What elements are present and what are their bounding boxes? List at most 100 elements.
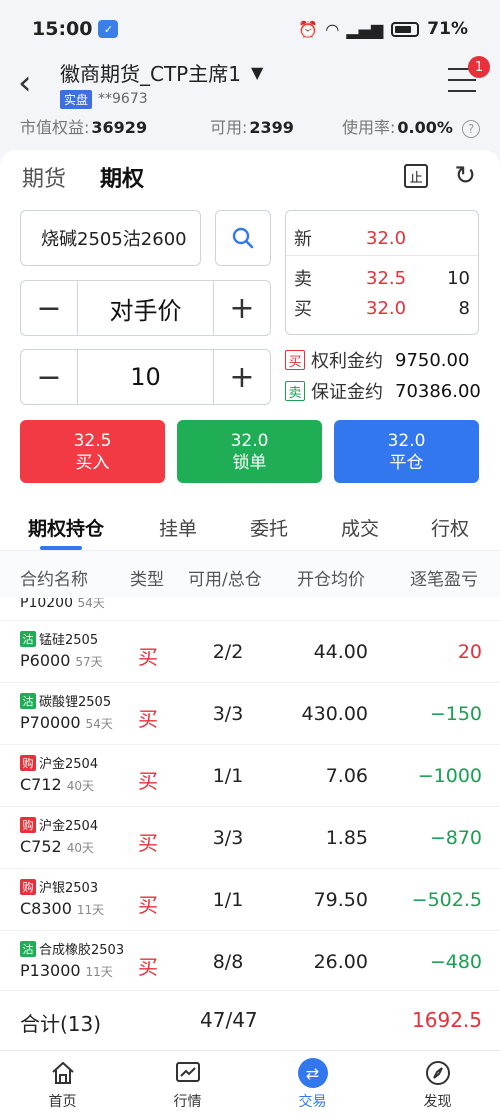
chart-icon <box>172 1057 204 1089</box>
last-price: 32.0 <box>366 227 407 249</box>
qty-minus-button[interactable]: − <box>21 350 77 404</box>
app-notification-icon: ✓ <box>98 20 119 38</box>
col-available: 可用/总仓 <box>188 570 262 590</box>
lock-button[interactable]: 32.0 锁单 <box>177 420 322 483</box>
tab-exercise[interactable]: 行权 <box>431 514 469 541</box>
real-account-tag: 实盘 <box>60 89 93 109</box>
contract-name: 碳酸锂2505 <box>39 695 112 710</box>
tab-trades[interactable]: 成交 <box>341 514 379 541</box>
home-icon <box>47 1057 79 1089</box>
menu-icon-line <box>448 79 476 81</box>
product-tabs: 期货 期权 止 ↻ <box>0 150 500 204</box>
app-header: ‹ 徽商期货_CTP主席1 ▼ 实盘 **9673 1 <box>0 56 500 109</box>
col-type: 类型 <box>130 570 164 590</box>
compass-icon <box>422 1057 454 1089</box>
caret-down-icon[interactable]: ▼ <box>251 63 263 82</box>
position-type: 买 <box>138 707 158 731</box>
quantity-value[interactable]: 10 <box>77 350 214 404</box>
position-type: 买 <box>138 893 158 917</box>
alarm-icon: ⏰ <box>298 19 319 39</box>
col-avg-price: 开仓均价 <box>297 570 365 590</box>
col-contract: 合约名称 <box>20 570 88 590</box>
nav-discover[interactable]: 发现 <box>375 1051 500 1117</box>
avg-open-price: 7.06 <box>325 765 368 787</box>
search-button[interactable] <box>215 210 271 266</box>
account-selector[interactable]: 徽商期货_CTP主席1 ▼ 实盘 **9673 <box>60 58 263 109</box>
refresh-icon[interactable]: ↻ <box>454 163 476 189</box>
back-icon[interactable]: ‹ <box>18 66 46 100</box>
partial-row-contract: P10200 <box>20 598 73 611</box>
nav-market[interactable]: 行情 <box>125 1051 250 1117</box>
avg-open-price: 430.00 <box>301 703 368 725</box>
trade-panel: 期货 期权 止 ↻ 烧碱2505沽2600 − 对手价 + − 10 + 新 3… <box>0 150 500 1067</box>
position-tabs: 期权持仓 挂单 委托 成交 行权 <box>0 502 500 550</box>
nav-home[interactable]: 首页 <box>0 1051 125 1117</box>
positions-list: P10200 54天 沽锰硅2505 P6000 57天买 2/2 44.00 20 沽碳酸… <box>0 598 500 990</box>
ask-label: 卖 <box>294 269 312 290</box>
tab-orders[interactable]: 委托 <box>250 514 288 541</box>
quantity-stepper: − 10 + <box>20 349 271 405</box>
last-label: 新 <box>294 229 312 250</box>
table-row[interactable]: 购沪金2504 C752 40天 买 3/3 1.85 −870 <box>0 806 500 868</box>
position-type: 买 <box>138 831 158 855</box>
contract-name: 合成橡胶2503 <box>39 943 125 958</box>
contract-input[interactable]: 烧碱2505沽2600 <box>20 210 201 266</box>
option-type-tag: 购 <box>20 878 36 895</box>
margin-label: 保证金约 <box>311 382 383 403</box>
tab-pending[interactable]: 挂单 <box>159 514 197 541</box>
nav-discover-label: 发现 <box>423 1094 452 1110</box>
contract-cell: 购沪金2504 C752 40天 <box>20 815 98 856</box>
table-row[interactable]: 沽锰硅2505 P6000 57天 买 2/2 44.00 20 <box>0 620 500 682</box>
price-mode-value[interactable]: 对手价 <box>77 281 214 335</box>
help-icon[interactable]: ? <box>462 120 481 138</box>
qty-plus-button[interactable]: + <box>214 350 270 404</box>
strike-code: P70000 <box>20 713 81 732</box>
price-minus-button[interactable]: − <box>21 281 77 335</box>
position-type: 买 <box>138 769 158 793</box>
buy-button[interactable]: 32.5 买入 <box>20 420 165 483</box>
contract-cell: 沽合成橡胶2503 P13000 11天 <box>20 939 124 980</box>
position-pnl: 20 <box>457 641 482 663</box>
lock-button-price: 32.0 <box>230 430 269 451</box>
menu-icon-line <box>448 90 476 92</box>
avg-open-price: 44.00 <box>313 641 368 663</box>
margin-value: 70386.00 <box>395 380 481 402</box>
contract-name: 沪金2504 <box>39 757 99 772</box>
price-mode-stepper: − 对手价 + <box>20 280 271 336</box>
days-to-expiry: 11天 <box>76 903 105 917</box>
total-label: 合计(13) <box>20 1012 102 1036</box>
sell-tag: 卖 <box>285 381 305 401</box>
battery-icon <box>391 21 420 37</box>
quote-ask-row: 卖 32.5 10 <box>286 263 478 293</box>
menu-button[interactable]: 1 <box>448 56 490 92</box>
nav-trade[interactable]: ⇄ 交易 <box>250 1051 375 1117</box>
strike-code: C712 <box>20 775 62 794</box>
tab-option-positions[interactable]: 期权持仓 <box>28 514 104 541</box>
position-pnl: −480 <box>429 951 482 973</box>
table-row[interactable]: 沽碳酸锂2505 P70000 54天 买 3/3 430.00 −150 <box>0 682 500 744</box>
position-pnl: −502.5 <box>411 889 482 911</box>
bid-label: 买 <box>294 299 312 320</box>
available-total: 3/3 <box>212 703 244 725</box>
table-row[interactable]: 沽合成橡胶2503 P13000 11天 买 8/8 26.00 −480 <box>0 930 500 990</box>
option-type-tag: 沽 <box>20 630 36 647</box>
partial-row: P10200 54天 <box>20 598 105 618</box>
contract-name: 沪银2503 <box>39 881 99 896</box>
premium-value: 9750.00 <box>395 349 470 371</box>
app-screen: 15:00 ✓ ⏰ ◠ ▂▄▆ 71% ‹ 徽商期货_CTP主席1 ▼ 实盘 *… <box>0 0 500 1117</box>
ask-price: 32.5 <box>366 267 407 289</box>
stop-order-icon[interactable]: 止 <box>404 164 429 188</box>
strike-code: C752 <box>20 837 62 856</box>
days-to-expiry: 40天 <box>66 841 94 855</box>
days-to-expiry: 54天 <box>85 717 113 731</box>
close-button-label: 平仓 <box>389 452 424 473</box>
search-icon <box>232 227 254 249</box>
price-plus-button[interactable]: + <box>214 281 270 335</box>
available-total: 3/3 <box>212 827 244 849</box>
tab-futures[interactable]: 期货 <box>22 161 66 193</box>
table-row[interactable]: 购沪金2504 C712 40天 买 1/1 7.06 −1000 <box>0 744 500 806</box>
table-row[interactable]: 购沪银2503 C8300 11天 买 1/1 79.50 −502.5 <box>0 868 500 930</box>
equity-label: 市值权益: <box>20 118 90 137</box>
tab-options[interactable]: 期权 <box>100 161 144 193</box>
close-position-button[interactable]: 32.0 平仓 <box>334 420 479 483</box>
